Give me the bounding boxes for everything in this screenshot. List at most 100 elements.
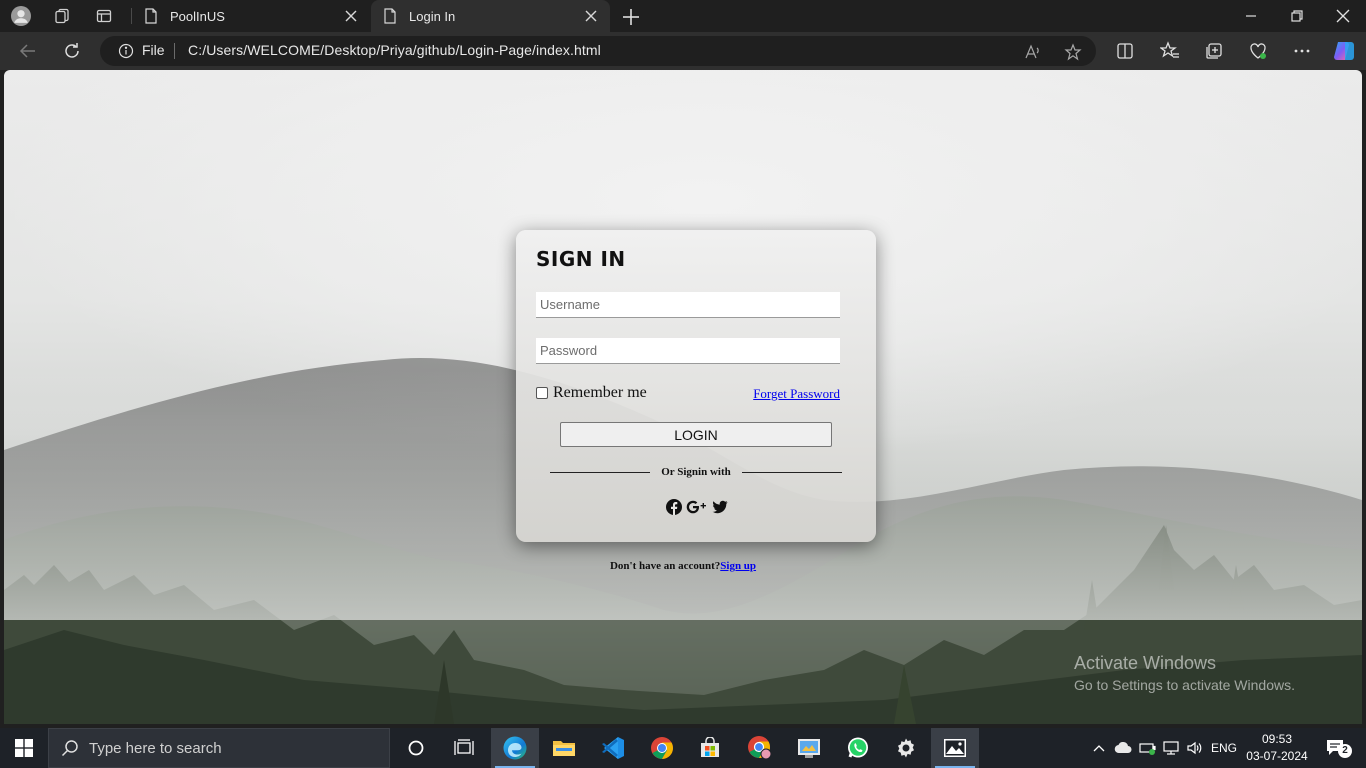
chevron-up-icon bbox=[1093, 745, 1105, 752]
close-tab-icon[interactable] bbox=[344, 9, 358, 23]
split-screen-icon[interactable] bbox=[1115, 41, 1135, 61]
taskbar-vscode[interactable] bbox=[589, 728, 637, 768]
cortana-icon bbox=[408, 740, 424, 756]
divider-line-right bbox=[742, 472, 842, 473]
onedrive-tray[interactable] bbox=[1112, 728, 1134, 768]
browser-essentials-icon[interactable] bbox=[1248, 41, 1268, 61]
username-input[interactable] bbox=[536, 292, 840, 318]
taskbar-chrome[interactable] bbox=[638, 728, 686, 768]
cortana-button[interactable] bbox=[392, 728, 440, 768]
restore-icon[interactable] bbox=[1289, 8, 1305, 24]
windows-logo-icon bbox=[15, 739, 33, 757]
activate-windows-subtitle: Go to Settings to activate Windows. bbox=[1074, 677, 1295, 693]
network-tray[interactable] bbox=[1160, 728, 1182, 768]
battery-saver-tray[interactable] bbox=[1137, 728, 1159, 768]
taskbar-whatsapp[interactable] bbox=[834, 728, 882, 768]
tab-login-in[interactable]: Login In bbox=[371, 0, 610, 32]
sign-in-heading: SIGN IN bbox=[536, 247, 626, 271]
favorite-star-icon[interactable] bbox=[1064, 43, 1082, 61]
notification-count-badge: 2 bbox=[1338, 744, 1352, 758]
control-panel-icon bbox=[798, 739, 820, 758]
browser-toolbar: File C:/Users/WELCOME/Desktop/Priya/gith… bbox=[0, 32, 1366, 70]
tab-poolinus[interactable]: PoolInUS bbox=[132, 0, 370, 32]
search-icon bbox=[61, 740, 78, 757]
taskbar-settings[interactable] bbox=[882, 728, 930, 768]
remember-me-row: Remember me bbox=[536, 384, 647, 402]
tab-title: PoolInUS bbox=[170, 8, 225, 24]
clock-date: 03-07-2024 bbox=[1246, 749, 1308, 763]
show-hidden-icons[interactable] bbox=[1088, 728, 1110, 768]
notification-center[interactable]: 2 bbox=[1318, 728, 1354, 768]
new-tab-icon[interactable] bbox=[620, 6, 642, 28]
workspaces-icon[interactable] bbox=[52, 6, 72, 26]
login-button[interactable]: LOGIN bbox=[560, 422, 832, 447]
volume-tray[interactable] bbox=[1184, 728, 1206, 768]
taskbar-search[interactable]: Type here to search bbox=[48, 728, 390, 768]
back-icon[interactable] bbox=[18, 41, 38, 61]
twitter-icon[interactable] bbox=[712, 499, 728, 515]
signup-prompt: Don't have an account?Sign up bbox=[4, 560, 1362, 572]
profile-avatar-icon[interactable] bbox=[11, 6, 31, 26]
facebook-icon[interactable] bbox=[666, 499, 682, 515]
whatsapp-icon bbox=[848, 737, 868, 758]
copilot-icon[interactable] bbox=[1332, 39, 1356, 63]
url-text[interactable]: C:/Users/WELCOME/Desktop/Priya/github/Lo… bbox=[188, 42, 601, 58]
refresh-icon[interactable] bbox=[62, 41, 82, 61]
network-icon bbox=[1163, 741, 1179, 755]
tab-actions-icon[interactable] bbox=[94, 6, 114, 26]
input-language[interactable]: ENG bbox=[1208, 728, 1240, 768]
windows-taskbar: Type here to search ENG 09:53 03-07-2024… bbox=[0, 728, 1366, 768]
read-aloud-icon[interactable] bbox=[1024, 43, 1042, 61]
close-window-icon[interactable] bbox=[1335, 8, 1351, 24]
system-clock[interactable]: 09:53 03-07-2024 bbox=[1242, 731, 1312, 765]
settings-gear-icon bbox=[898, 738, 914, 758]
taskbar-control-panel[interactable] bbox=[785, 728, 833, 768]
or-signin-divider: Or Signin with bbox=[550, 466, 842, 480]
social-login-icons bbox=[666, 498, 728, 516]
store-icon bbox=[701, 737, 719, 757]
favorites-icon[interactable] bbox=[1160, 41, 1180, 61]
task-view-icon bbox=[454, 739, 474, 755]
chrome-icon bbox=[651, 737, 673, 759]
password-input[interactable] bbox=[536, 338, 840, 364]
address-divider bbox=[174, 43, 175, 59]
photos-icon bbox=[944, 739, 966, 757]
search-placeholder: Type here to search bbox=[89, 740, 222, 757]
activate-windows-title: Activate Windows bbox=[1074, 653, 1217, 673]
tab-divider bbox=[131, 8, 132, 24]
page-icon bbox=[384, 8, 396, 24]
cloud-icon bbox=[1114, 742, 1132, 754]
remember-me-label: Remember me bbox=[553, 384, 647, 401]
page-icon bbox=[145, 8, 157, 24]
google-plus-icon[interactable] bbox=[686, 499, 708, 515]
taskbar-photos[interactable] bbox=[931, 728, 979, 768]
forget-password-link[interactable]: Forget Password bbox=[753, 386, 840, 402]
taskbar-microsoft-store[interactable] bbox=[686, 728, 734, 768]
taskbar-edge[interactable] bbox=[491, 728, 539, 768]
taskbar-file-explorer[interactable] bbox=[540, 728, 588, 768]
vscode-icon bbox=[602, 737, 624, 759]
address-bar[interactable]: File C:/Users/WELCOME/Desktop/Priya/gith… bbox=[100, 36, 1096, 66]
remember-me-checkbox[interactable] bbox=[536, 387, 548, 399]
signup-link[interactable]: Sign up bbox=[720, 560, 756, 572]
chrome-profile-icon bbox=[748, 736, 772, 760]
speaker-icon bbox=[1187, 741, 1202, 755]
browser-tab-strip: PoolInUS Login In bbox=[0, 0, 1366, 32]
settings-more-icon[interactable] bbox=[1292, 41, 1312, 61]
taskbar-chrome-profile[interactable] bbox=[736, 728, 784, 768]
login-card: SIGN IN Remember me Forget Password LOGI… bbox=[516, 230, 876, 542]
edge-browser-icon bbox=[503, 736, 527, 760]
close-tab-icon[interactable] bbox=[584, 9, 598, 23]
page-viewport: Activate Windows Go to Settings to activ… bbox=[4, 70, 1362, 724]
collections-icon[interactable] bbox=[1204, 41, 1224, 61]
folder-icon bbox=[553, 741, 575, 756]
no-account-text: Don't have an account? bbox=[609, 560, 721, 572]
battery-icon bbox=[1139, 743, 1156, 755]
scheme-label: File bbox=[142, 42, 165, 58]
tab-title: Login In bbox=[409, 8, 456, 24]
clock-time: 09:53 bbox=[1261, 732, 1293, 746]
minimize-icon[interactable] bbox=[1243, 8, 1259, 24]
start-button[interactable] bbox=[0, 728, 48, 768]
task-view-button[interactable] bbox=[440, 728, 488, 768]
site-info-icon[interactable] bbox=[118, 43, 134, 59]
